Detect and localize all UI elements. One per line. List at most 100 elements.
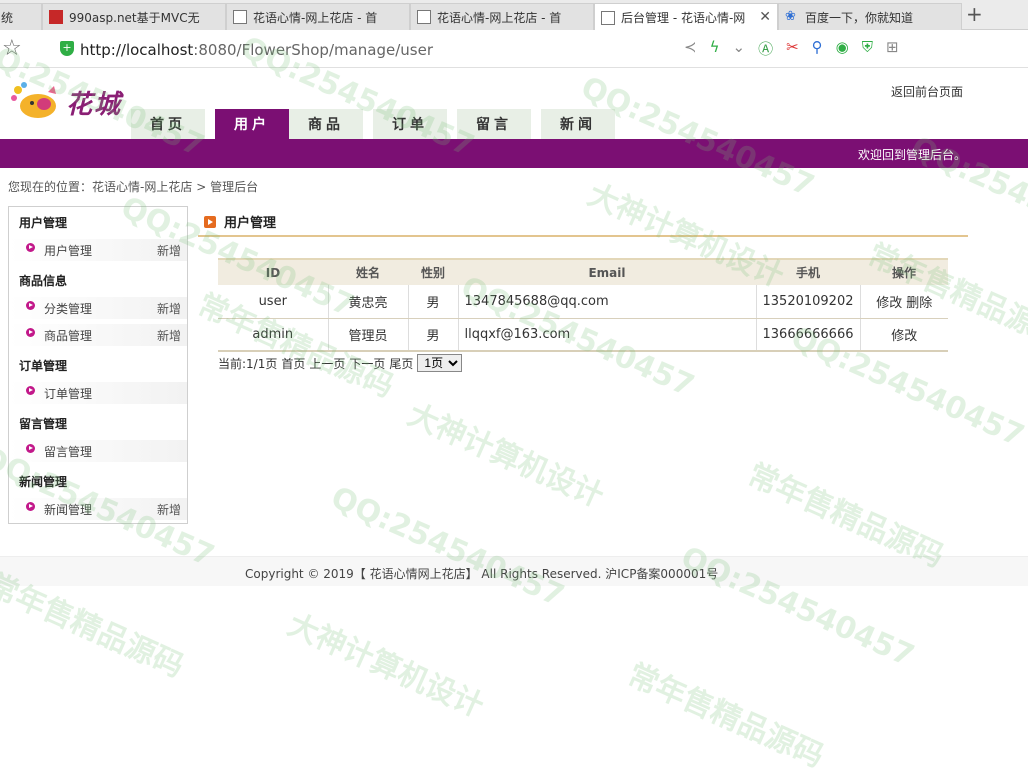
add-product-link[interactable]: 新增: [157, 327, 181, 344]
footer: Copyright © 2019【 花语心情网上花店】 All Rights R…: [0, 556, 1028, 586]
share-icon[interactable]: ≺: [684, 38, 697, 59]
sidebar-item-user-manage[interactable]: 用户管理 新增: [9, 239, 187, 261]
sidebar: 用户管理 用户管理 新增 商品信息 分类管理 新增 商品管理 新增 订单管理 订…: [8, 206, 188, 524]
table-row: admin 管理员 男 llqqxf@163.com 13666666666 修…: [218, 318, 948, 352]
pager-first[interactable]: 首页: [281, 355, 305, 372]
bookmark-star-icon[interactable]: ☆: [2, 36, 22, 61]
edit-link[interactable]: 修改: [876, 296, 902, 311]
browser-tab-bar: 统 990asp.net基于MVC无 花语心情-网上花店 - 首 花语心情-网上…: [0, 0, 1028, 31]
translate-icon[interactable]: Ⓐ: [758, 38, 773, 59]
browser-tab-3[interactable]: 花语心情-网上花店 - 首: [410, 3, 594, 30]
cell-phone: 13666666666: [755, 318, 860, 352]
cell-actions: 修改 删除: [859, 285, 948, 319]
table-row: user 黄忠亮 男 1347845688@qq.com 13520109202…: [218, 285, 948, 319]
new-tab-icon[interactable]: +: [966, 2, 983, 26]
add-news-link[interactable]: 新增: [157, 501, 181, 518]
sidebar-item-message-manage[interactable]: 留言管理: [9, 440, 187, 462]
watermark-text: 大神计算机设计: [402, 397, 609, 515]
col-actions: 操作: [860, 258, 948, 285]
pagination: 当前:1/1页 首页 上一页 下一页 尾页 1页: [218, 354, 463, 372]
col-name: 姓名: [328, 258, 408, 285]
paw-icon: ❀: [785, 9, 796, 24]
cell-actions: 修改: [859, 318, 948, 352]
col-phone: 手机: [756, 258, 860, 285]
nav-users[interactable]: 用户: [215, 109, 289, 139]
pager-next[interactable]: 下一页: [349, 355, 385, 372]
nav-orders[interactable]: 订单: [373, 109, 447, 139]
nav-products[interactable]: 商品: [289, 109, 363, 139]
cell-id: admin: [218, 318, 328, 352]
close-tab-icon[interactable]: ✕: [759, 9, 771, 25]
breadcrumb-current: 管理后台: [210, 180, 259, 194]
nav-messages[interactable]: 留言: [457, 109, 531, 139]
browser-toolbar: ≺ ϟ ⌄ Ⓐ ✂ ⚲ ◉ ⛨ ⊞: [684, 38, 899, 59]
browser-tab-2[interactable]: 花语心情-网上花店 - 首: [226, 3, 410, 30]
arrow-bullet-icon: [26, 386, 35, 395]
shield-icon[interactable]: ⛨: [862, 38, 873, 59]
logo-text: 花城: [66, 90, 123, 120]
cell-phone: 13520109202: [755, 285, 860, 319]
watermark-text: 大神计算机设计: [282, 607, 489, 725]
watermark-text: 常年售精品源码: [622, 657, 829, 775]
pager-status: 当前:1/1页: [218, 356, 278, 371]
cell-email: 1347845688@qq.com: [457, 285, 756, 319]
gamepad-icon[interactable]: ◉: [836, 38, 849, 59]
sidebar-heading-messages: 留言管理: [19, 417, 68, 431]
tab-title: 990asp.net基于MVC无: [69, 10, 200, 25]
site-favicon-icon: [49, 10, 63, 24]
nav-news[interactable]: 新闻: [541, 109, 615, 139]
nav-home[interactable]: 首页: [131, 109, 205, 139]
cell-name: 管理员: [327, 318, 408, 352]
edit-link[interactable]: 修改: [891, 329, 917, 344]
arrow-bullet-icon: [26, 502, 35, 511]
cell-gender: 男: [407, 318, 458, 352]
breadcrumb-home-link[interactable]: 花语心情-网上花店: [92, 180, 192, 194]
browser-tab-overflow[interactable]: 统: [0, 3, 42, 30]
back-to-frontend-link[interactable]: 返回前台页面: [891, 83, 963, 100]
url-field[interactable]: http://localhost:8080/FlowerShop/manage/…: [80, 41, 433, 59]
apps-grid-icon[interactable]: ⊞: [886, 38, 899, 59]
search-icon[interactable]: ⚲: [812, 38, 823, 59]
arrow-bullet-icon: [26, 243, 35, 252]
tab-title: 百度一下，你就知道: [805, 10, 914, 25]
arrow-bullet-icon: [26, 301, 35, 310]
pager-last[interactable]: 尾页: [389, 355, 413, 372]
cell-id: user: [218, 285, 328, 319]
footer-copyright: Copyright © 2019【 花语心情网上花店】 All Rights R…: [245, 567, 719, 581]
image-favicon-icon: [233, 10, 247, 24]
image-favicon-icon: [601, 10, 615, 25]
address-bar: ☆ + http://localhost:8080/FlowerShop/man…: [0, 30, 1028, 68]
arrow-bullet-icon: [26, 328, 35, 337]
add-category-link[interactable]: 新增: [157, 300, 181, 317]
pager-prev[interactable]: 上一页: [309, 355, 345, 372]
sidebar-item-category-manage[interactable]: 分类管理 新增: [9, 297, 187, 319]
sidebar-heading-orders: 订单管理: [19, 359, 68, 373]
header-bar: 欢迎回到管理后台。: [0, 139, 1028, 168]
scissors-icon[interactable]: ✂: [786, 38, 799, 59]
chevron-down-icon[interactable]: ⌄: [732, 38, 745, 59]
watermark-text: QQ:254540457: [325, 480, 570, 615]
page-select[interactable]: 1页: [417, 354, 463, 372]
browser-tab-5[interactable]: ❀ 百度一下，你就知道: [778, 3, 962, 30]
lightning-icon[interactable]: ϟ: [710, 38, 720, 59]
user-table: ID 姓名 性别 Email 手机 操作 user 黄忠亮 男 13478456…: [218, 258, 948, 352]
cell-gender: 男: [407, 285, 458, 319]
section-title: 用户管理: [204, 212, 276, 231]
delete-link[interactable]: 删除: [906, 296, 932, 311]
sidebar-item-product-manage[interactable]: 商品管理 新增: [9, 324, 187, 346]
add-user-link[interactable]: 新增: [157, 242, 181, 259]
browser-tab-active[interactable]: 后台管理 - 花语心情-网 ✕: [594, 3, 778, 31]
sidebar-item-news-manage[interactable]: 新闻管理 新增: [9, 498, 187, 520]
sidebar-item-order-manage[interactable]: 订单管理: [9, 382, 187, 404]
welcome-text: 欢迎回到管理后台。: [857, 148, 966, 162]
browser-tab-1[interactable]: 990asp.net基于MVC无: [42, 3, 226, 30]
arrow-bullet-icon: [26, 444, 35, 453]
sidebar-heading-products: 商品信息: [19, 274, 68, 288]
cell-email: llqqxf@163.com: [457, 318, 756, 352]
table-header-row: ID 姓名 性别 Email 手机 操作: [218, 258, 948, 285]
secure-shield-icon: +: [60, 41, 74, 56]
col-id: ID: [218, 258, 328, 285]
image-favicon-icon: [417, 10, 431, 24]
tab-title: 花语心情-网上花店 - 首: [253, 10, 378, 25]
sidebar-heading-users: 用户管理: [19, 216, 68, 230]
